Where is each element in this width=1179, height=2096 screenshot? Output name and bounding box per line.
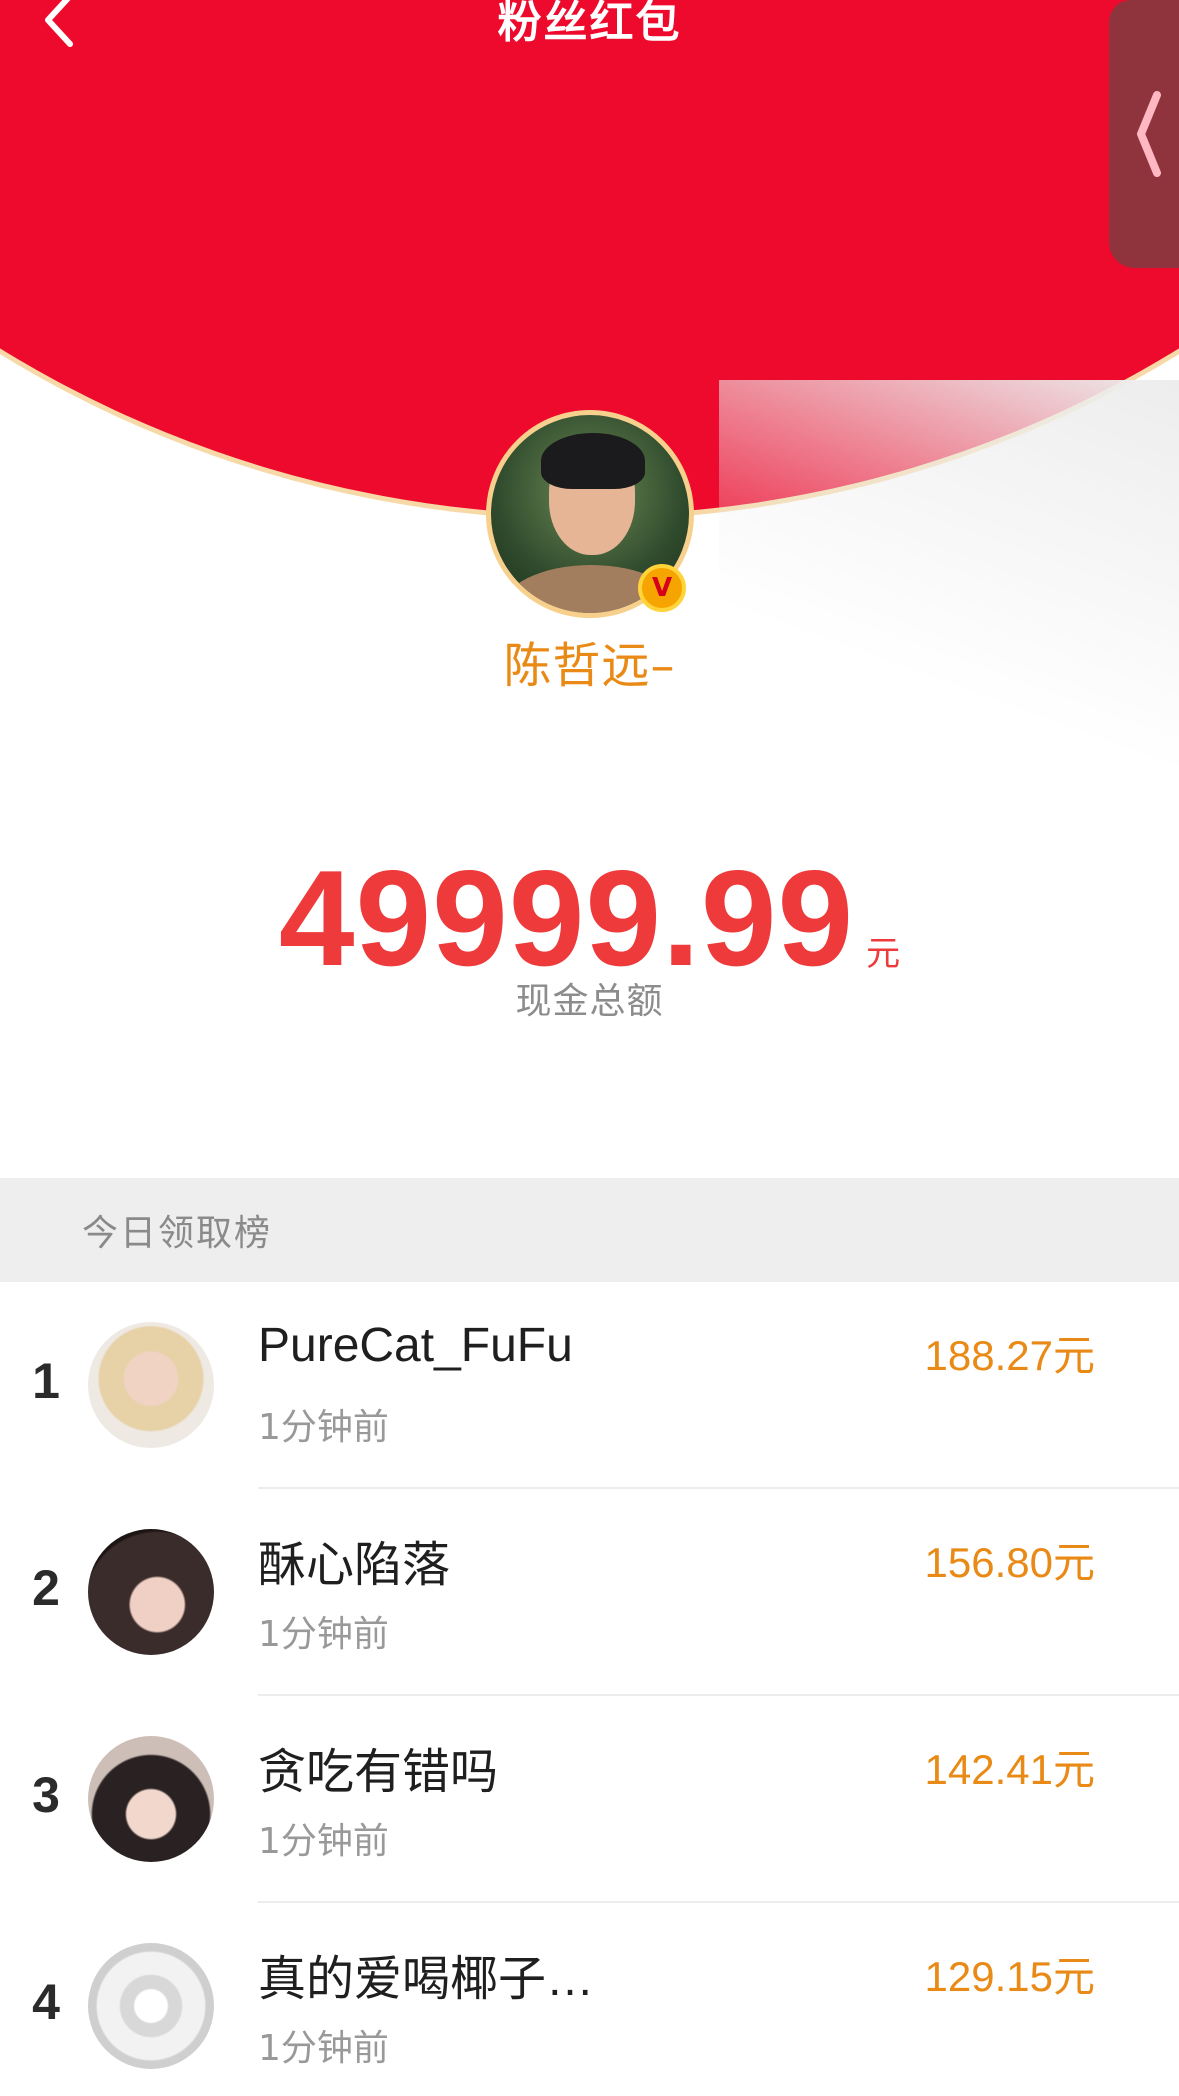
list-item[interactable]: 2 酥心陷落 1分钟前 156.80元 [0, 1489, 1179, 1696]
verified-badge-icon: V [638, 564, 686, 612]
ranking-title: 今日领取榜 [82, 1213, 273, 1254]
rank-number: 3 [32, 1767, 60, 1823]
user-name: PureCat_FuFu [258, 1319, 573, 1372]
avatar[interactable] [88, 1943, 214, 2069]
claim-amount: 188.27元 [924, 1332, 1095, 1379]
chevron-left-icon [1137, 91, 1161, 177]
rank-number: 4 [32, 1974, 60, 2030]
user-name: 真的爱喝椰子… [258, 1953, 595, 2006]
claim-time: 1分钟前 [258, 1407, 389, 1448]
avatar[interactable] [88, 1322, 214, 1448]
side-drawer-tab[interactable] [1109, 0, 1179, 268]
user-name: 酥心陷落 [258, 1539, 451, 1592]
creator-name[interactable]: 陈哲远– [0, 626, 1179, 696]
list-item[interactable]: 4 真的爱喝椰子… 1分钟前 129.15元 [0, 1903, 1179, 2096]
claim-time: 1分钟前 [258, 1614, 389, 1655]
claim-time: 1分钟前 [258, 1821, 389, 1862]
avatar[interactable] [88, 1736, 214, 1862]
claim-time: 1分钟前 [258, 2028, 389, 2069]
avatar[interactable] [88, 1529, 214, 1655]
header-shadow-fade [719, 380, 1179, 820]
list-item[interactable]: 3 贪吃有错吗 1分钟前 142.41元 [0, 1696, 1179, 1903]
claim-amount: 156.80元 [924, 1539, 1095, 1586]
avatar-hair [541, 433, 645, 489]
total-amount-unit: 元 [866, 934, 901, 974]
list-item[interactable]: 1 PureCat_FuFu 1分钟前 188.27元 [0, 1282, 1179, 1489]
claim-amount: 142.41元 [924, 1746, 1095, 1793]
ranking-list: 1 PureCat_FuFu 1分钟前 188.27元 2 酥心陷落 1分钟前 … [0, 1282, 1179, 2096]
page-title: 粉丝红包 [497, 0, 682, 48]
rank-number: 1 [32, 1353, 60, 1409]
rank-number: 2 [32, 1560, 60, 1616]
user-name: 贪吃有错吗 [258, 1746, 499, 1799]
ranking-section-header: 今日领取榜 [0, 1178, 1179, 1282]
claim-amount: 129.15元 [924, 1953, 1095, 2000]
total-amount-label: 现金总额 [515, 981, 664, 1022]
